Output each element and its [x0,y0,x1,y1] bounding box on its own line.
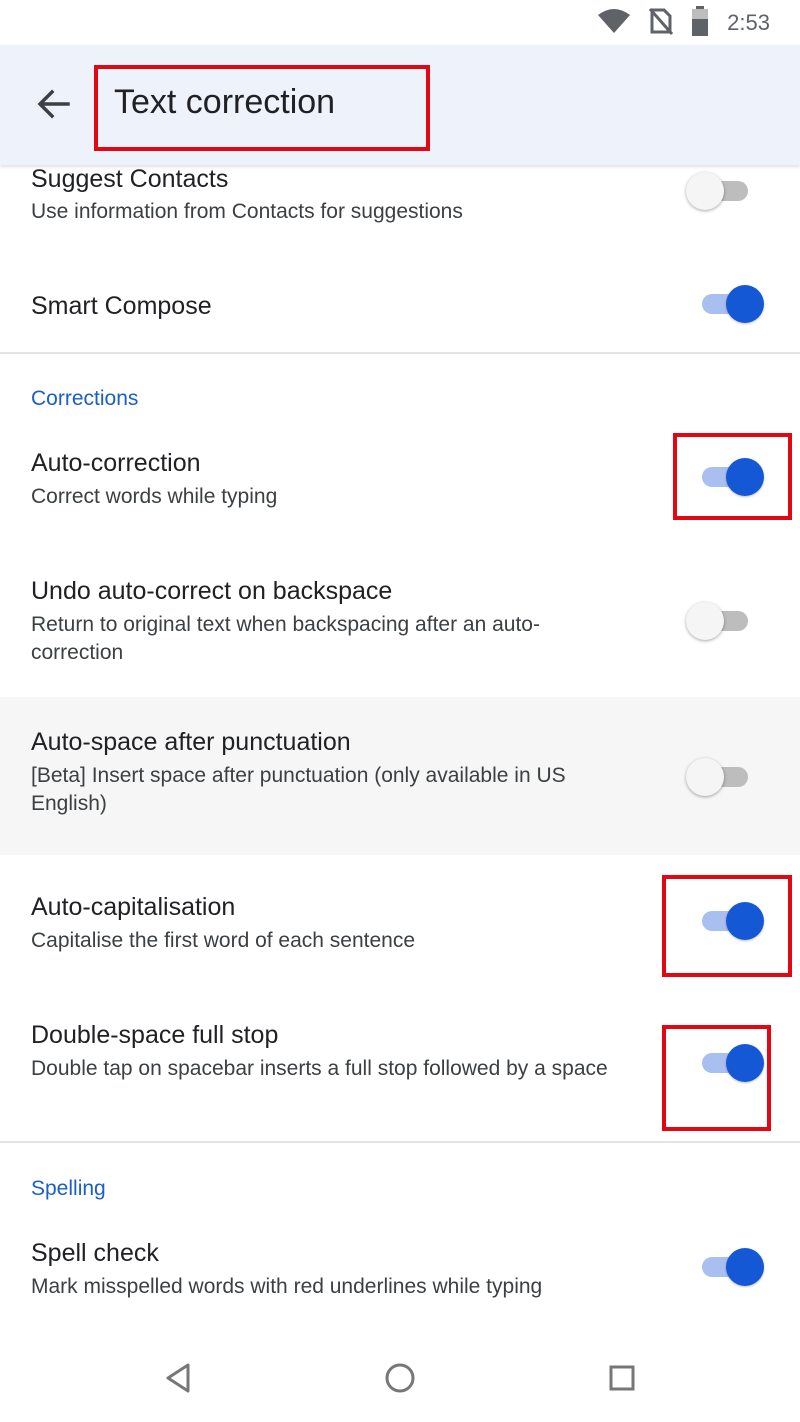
auto-correction-highlight-box [673,433,792,520]
divider [0,1141,800,1143]
no-sim-icon [649,7,674,40]
suggest-contacts-toggle[interactable] [686,170,750,212]
nav-home-button[interactable] [375,1355,425,1405]
back-button[interactable] [28,81,78,131]
nav-recents-icon [608,1364,636,1397]
app-bar: Text correction [0,45,800,165]
auto-space-toggle[interactable] [686,756,750,798]
section-header-spelling: Spelling [31,1177,106,1200]
divider [0,352,800,354]
nav-recents-button[interactable] [597,1355,647,1405]
setting-subtitle: [Beta] Insert space after punctuation (o… [31,764,566,815]
setting-title: Auto-capitalisation [31,893,236,921]
status-bar: 2:53 [0,0,800,45]
smart-compose-toggle[interactable] [700,283,764,325]
settings-list: Suggest Contacts Use information from Co… [0,165,800,1335]
setting-suggest-contacts[interactable]: Suggest Contacts Use information from Co… [0,165,800,248]
section-header-corrections: Corrections [31,387,139,410]
arrow-back-icon [36,89,70,124]
setting-subtitle: Double tap on spacebar inserts a full st… [31,1057,608,1080]
auto-capitalisation-highlight-box [662,875,792,977]
system-nav-bar [0,1335,800,1422]
setting-title: Auto-space after punctuation [31,728,351,756]
setting-auto-space[interactable]: Auto-space after punctuation [Beta] Inse… [0,697,800,855]
setting-title: Undo auto-correct on backspace [31,577,393,605]
setting-smart-compose[interactable]: Smart Compose [0,248,800,352]
status-time: 2:53 [727,10,770,35]
setting-undo-autocorrect[interactable]: Undo auto-correct on backspace Return to… [0,549,800,697]
setting-subtitle: Mark misspelled words with red underline… [31,1275,543,1298]
setting-subtitle: Capitalise the first word of each senten… [31,929,416,952]
setting-subtitle: Correct words while typing [31,485,278,508]
setting-subtitle: Use information from Contacts for sugges… [31,200,463,223]
setting-spell-check[interactable]: Spell check Mark misspelled words with r… [0,1217,800,1335]
setting-title: Spell check [31,1239,159,1267]
setting-title: Auto-correction [31,449,201,477]
nav-back-button[interactable] [153,1355,203,1405]
double-space-highlight-box [662,1025,771,1131]
wifi-icon [597,8,631,39]
spell-check-toggle[interactable] [700,1246,764,1288]
battery-icon [691,5,709,41]
setting-title: Suggest Contacts [31,165,229,193]
setting-subtitle: Return to original text when backspacing… [31,613,540,664]
setting-title: Smart Compose [31,292,212,320]
setting-title: Double-space full stop [31,1021,279,1049]
title-highlight-box [94,65,430,151]
undo-autocorrect-toggle[interactable] [686,600,750,642]
nav-home-icon [384,1362,416,1399]
nav-back-icon [163,1362,193,1399]
